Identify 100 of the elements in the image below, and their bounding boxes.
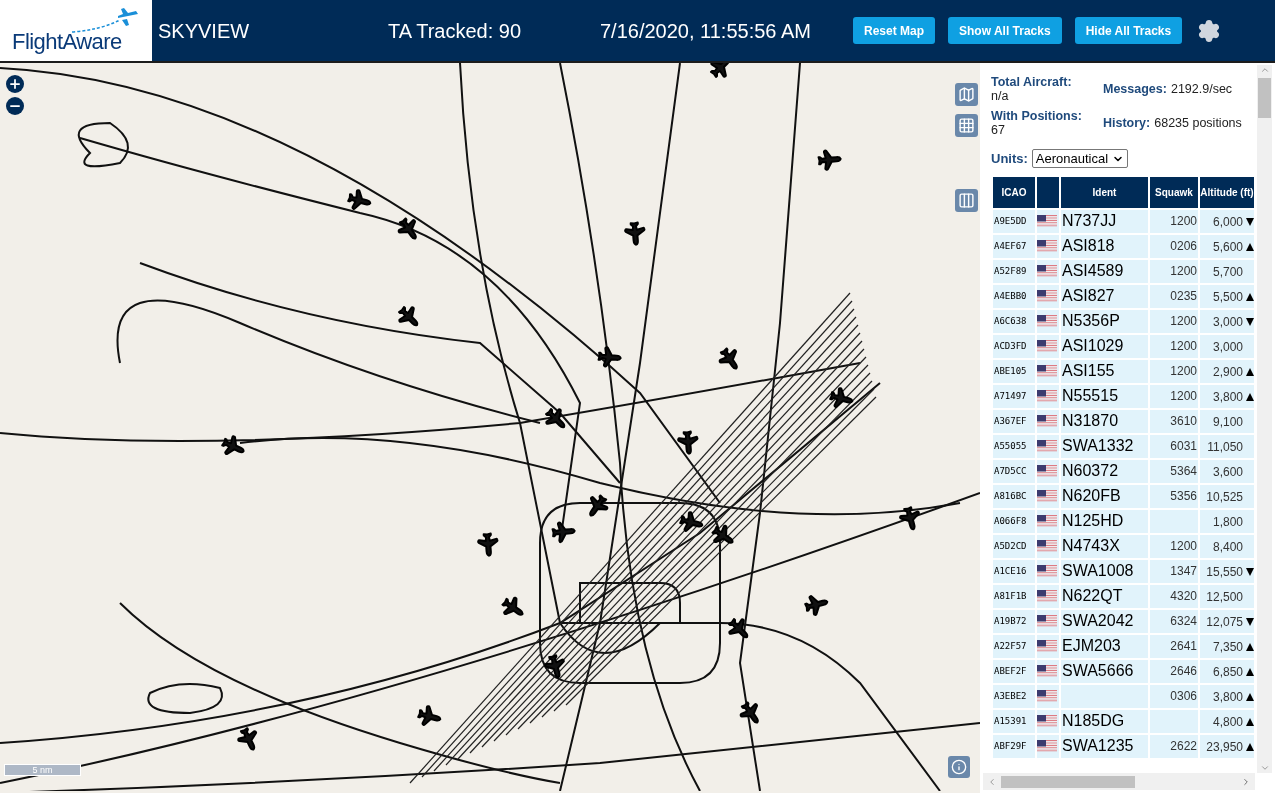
zoom-out-button[interactable] <box>6 97 24 115</box>
column-header[interactable]: ICAO <box>993 176 1035 208</box>
icao-cell[interactable]: A52F89 <box>993 259 1035 283</box>
squawk-cell[interactable]: 1200 <box>1150 534 1198 558</box>
squawk-cell[interactable]: 5364 <box>1150 459 1198 483</box>
icao-cell[interactable]: A4EBB0 <box>993 284 1035 308</box>
ident-cell[interactable]: SWA5666 <box>1061 659 1148 683</box>
squawk-cell[interactable]: 1200 <box>1150 309 1198 333</box>
squawk-cell[interactable]: 1200 <box>1150 384 1198 408</box>
squawk-cell[interactable]: 1200 <box>1150 334 1198 358</box>
icao-cell[interactable]: A9E5DD <box>993 209 1035 233</box>
ident-cell[interactable]: N737JJ <box>1061 209 1148 233</box>
ident-cell[interactable]: SWA1008 <box>1061 559 1148 583</box>
icao-cell[interactable]: A066F8 <box>993 509 1035 533</box>
us-flag-icon <box>1037 690 1057 702</box>
ident-cell[interactable]: SWA2042 <box>1061 609 1148 633</box>
scrollbar-thumb[interactable] <box>1001 775 1135 788</box>
icao-cell[interactable]: A81F1B <box>993 584 1035 608</box>
us-flag-icon <box>1037 290 1057 302</box>
ident-cell[interactable] <box>1061 684 1148 708</box>
ident-cell[interactable]: N622QT <box>1061 584 1148 608</box>
zoom-in-button[interactable] <box>6 75 24 93</box>
altitude-value: 5,500 <box>1212 289 1243 304</box>
squawk-cell[interactable]: 3610 <box>1150 409 1198 433</box>
vertical-scrollbar[interactable] <box>1257 65 1272 773</box>
squawk-cell[interactable]: 1347 <box>1150 559 1198 583</box>
ident-cell[interactable]: ASI4589 <box>1061 259 1148 283</box>
ident-cell[interactable]: N620FB <box>1061 484 1148 508</box>
squawk-cell[interactable]: 1200 <box>1150 209 1198 233</box>
units-dropdown[interactable]: Aeronautical <box>1031 149 1129 169</box>
icao-cell[interactable]: A6C638 <box>993 309 1035 333</box>
ident-cell[interactable]: N31870 <box>1061 409 1148 433</box>
ident-cell[interactable]: ASI827 <box>1061 284 1148 308</box>
ident-cell[interactable]: N185DG <box>1061 709 1148 733</box>
icao-cell[interactable]: A4EF67 <box>993 234 1035 258</box>
squawk-cell[interactable]: 2646 <box>1150 659 1198 683</box>
ident-cell[interactable]: ASI1029 <box>1061 334 1148 358</box>
ident-cell[interactable]: N5356P <box>1061 309 1148 333</box>
grid-icon <box>958 117 975 134</box>
altitude-value: 23,950 <box>1206 739 1243 754</box>
info-button[interactable] <box>948 756 970 778</box>
icao-cell[interactable]: ACD3FD <box>993 334 1035 358</box>
icao-cell[interactable]: ABEF2F <box>993 659 1035 683</box>
scroll-right-icon[interactable] <box>1241 776 1251 787</box>
squawk-cell[interactable]: 2622 <box>1150 734 1198 758</box>
altitude-value: 12,075 <box>1206 614 1243 629</box>
icao-cell[interactable]: ABE105 <box>993 359 1035 383</box>
altitude-value: 6,850 <box>1212 664 1243 679</box>
aircraft-icon[interactable] <box>396 304 420 328</box>
altitude-value: 4,800 <box>1212 714 1243 729</box>
ident-cell[interactable]: N60372 <box>1061 459 1148 483</box>
squawk-cell[interactable]: 6031 <box>1150 434 1198 458</box>
icao-cell[interactable]: ABF29F <box>993 734 1035 758</box>
squawk-cell[interactable]: 1200 <box>1150 259 1198 283</box>
icao-cell[interactable]: A7D5CC <box>993 459 1035 483</box>
ident-cell[interactable]: N4743X <box>1061 534 1148 558</box>
ident-cell[interactable]: N125HD <box>1061 509 1148 533</box>
icao-cell[interactable]: A71497 <box>993 384 1035 408</box>
settings-icon[interactable] <box>1197 18 1222 43</box>
icao-cell[interactable]: A1CE16 <box>993 559 1035 583</box>
squawk-cell[interactable]: 0306 <box>1150 684 1198 708</box>
squawk-cell[interactable]: 4320 <box>1150 584 1198 608</box>
squawk-cell[interactable]: 5356 <box>1150 484 1198 508</box>
stat-label: History: <box>1103 116 1151 130</box>
altitude-value: 12,500 <box>1206 589 1243 604</box>
squawk-cell[interactable]: 0206 <box>1150 234 1198 258</box>
squawk-cell[interactable]: 6324 <box>1150 609 1198 633</box>
horizontal-scrollbar[interactable] <box>983 773 1255 790</box>
squawk-cell[interactable] <box>1150 709 1198 733</box>
column-header[interactable]: Squawk <box>1150 176 1198 208</box>
squawk-cell[interactable]: 1200 <box>1150 359 1198 383</box>
aircraft-icon[interactable] <box>708 63 732 80</box>
ident-cell[interactable]: SWA1235 <box>1061 734 1148 758</box>
ident-cell[interactable]: SWA1332 <box>1061 434 1148 458</box>
icao-cell[interactable]: A55055 <box>993 434 1035 458</box>
squawk-cell[interactable] <box>1150 509 1198 533</box>
icao-cell[interactable]: A19B72 <box>993 609 1035 633</box>
column-header[interactable]: Altitude (ft) <box>1200 176 1254 208</box>
columns-button[interactable] <box>955 189 978 212</box>
map-layer-button[interactable] <box>955 83 978 106</box>
ident-cell[interactable]: N55515 <box>1061 384 1148 408</box>
grid-button[interactable] <box>955 114 978 137</box>
icao-cell[interactable]: A3EBE2 <box>993 684 1035 708</box>
ident-cell[interactable]: EJM203 <box>1061 634 1148 658</box>
icao-cell[interactable]: A22F57 <box>993 634 1035 658</box>
icao-cell[interactable]: A367EF <box>993 409 1035 433</box>
squawk-cell[interactable]: 2641 <box>1150 634 1198 658</box>
icao-cell[interactable]: A5D2CD <box>993 534 1035 558</box>
scrollbar-thumb[interactable] <box>1258 78 1271 118</box>
aircraft-icon[interactable] <box>726 616 750 640</box>
icao-cell[interactable]: A15391 <box>993 709 1035 733</box>
altitude-value: 3,800 <box>1212 689 1243 704</box>
ident-cell[interactable]: ASI818 <box>1061 234 1148 258</box>
us-flag-icon <box>1037 340 1057 352</box>
us-flag-icon <box>1037 540 1057 552</box>
icao-cell[interactable]: A816BC <box>993 484 1035 508</box>
ident-cell[interactable]: ASI155 <box>1061 359 1148 383</box>
aircraft-icon[interactable] <box>543 406 567 430</box>
column-header[interactable]: Ident <box>1061 176 1148 208</box>
squawk-cell[interactable]: 0235 <box>1150 284 1198 308</box>
